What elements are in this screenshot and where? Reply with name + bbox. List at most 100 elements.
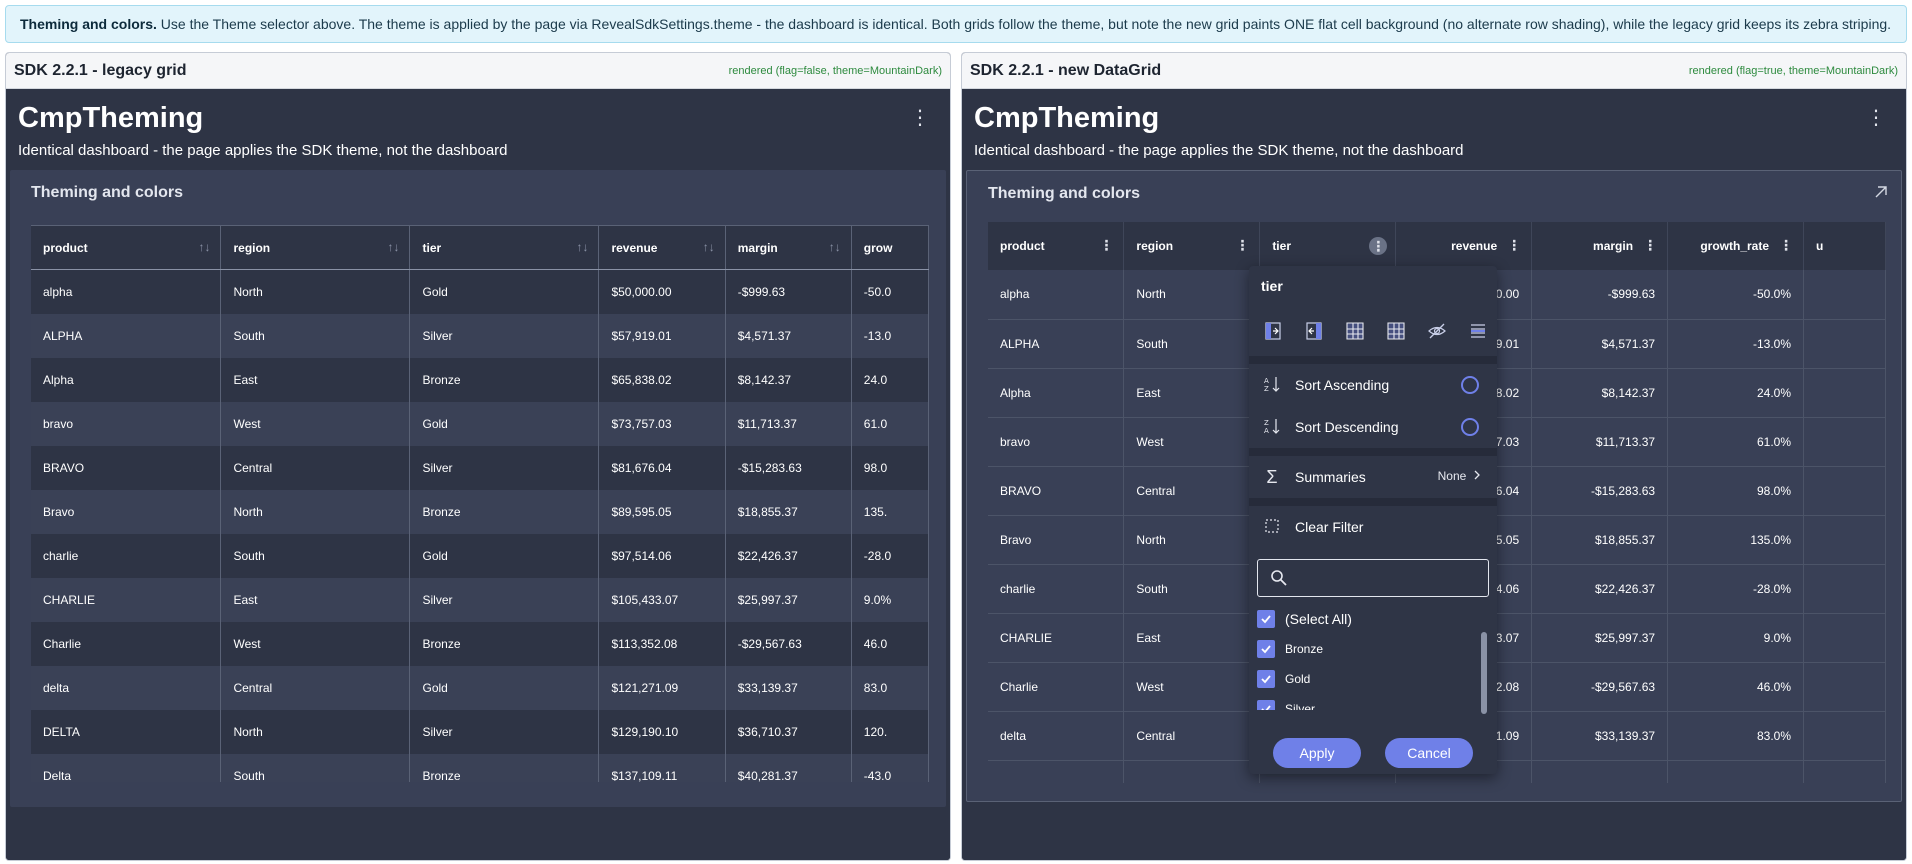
render-status: rendered (flag=true, theme=MountainDark): [1688, 64, 1898, 77]
column-header[interactable]: u: [1803, 222, 1886, 270]
column-header[interactable]: revenue ⋮: [1395, 222, 1533, 270]
column-header[interactable]: growth_rate ⋮: [1667, 222, 1805, 270]
table-cell: -28.0: [851, 533, 929, 578]
table-row[interactable]: Charlie West Bronze $113,352.08 -$29,567.63 4…: [31, 621, 929, 666]
column-header[interactable]: region ⋮: [1123, 222, 1261, 270]
sort-arrows-icon[interactable]: ↑↓: [198, 240, 210, 254]
table-cell: [1803, 564, 1886, 614]
table-cell: Gold: [409, 533, 600, 578]
table-cell: BRAVO: [988, 466, 1125, 516]
grid-rows-icon[interactable]: [1380, 318, 1412, 344]
filter-option-gold[interactable]: Gold: [1257, 664, 1497, 694]
summaries-item[interactable]: Σ Summaries None: [1249, 456, 1497, 498]
table-cell: alpha: [31, 269, 222, 314]
table-cell: 135.0%: [1667, 515, 1805, 565]
apply-button[interactable]: Apply: [1273, 738, 1361, 768]
column-menu-icon[interactable]: ⋮: [1369, 237, 1388, 255]
wrap-text-icon[interactable]: [1462, 318, 1494, 344]
more-vert-icon[interactable]: ⋮: [910, 108, 930, 128]
sort-arrows-icon[interactable]: ↑↓: [829, 240, 841, 254]
column-header[interactable]: product ⋮: [988, 222, 1125, 270]
clear-filter-item[interactable]: Clear Filter: [1249, 506, 1497, 548]
table-row[interactable]: Delta South Bronze $137,109.11 $40,281.37 -43…: [31, 753, 929, 782]
table-cell: bravo: [31, 401, 222, 446]
table-row[interactable]: DELTA North Silver $129,190.10 $36,710.37 120…: [31, 709, 929, 754]
sort-ascending-icon: AZ: [1261, 375, 1283, 396]
filter-option-bronze[interactable]: Bronze: [1257, 634, 1497, 664]
table-cell: [1803, 368, 1886, 418]
table-cell: Central: [220, 665, 411, 710]
cancel-button[interactable]: Cancel: [1385, 738, 1473, 768]
legacy-grid-panel: SDK 2.2.1 - legacy grid rendered (flag=f…: [5, 52, 951, 861]
sort-arrows-icon[interactable]: ↑↓: [576, 240, 588, 254]
table-row[interactable]: charlie South Gold $97,514.06 $22,426.37 -28.…: [31, 533, 929, 578]
more-vert-icon[interactable]: ⋮: [1866, 108, 1886, 128]
table-cell: West: [1123, 662, 1261, 712]
column-menu-icon[interactable]: ⋮: [1235, 238, 1249, 252]
separator: [1249, 498, 1497, 506]
sort-descending-item[interactable]: ZA Sort Descending: [1249, 406, 1497, 448]
table-row[interactable]: bravo West Gold $73,757.03 $11,713.37 61.0: [31, 401, 929, 446]
table-cell: -$15,283.63: [725, 445, 852, 490]
select-all-checkbox[interactable]: (Select All): [1257, 604, 1497, 634]
table-cell: Silver: [409, 577, 600, 622]
filter-search-input[interactable]: [1257, 559, 1489, 597]
pin-left-icon[interactable]: [1257, 318, 1289, 344]
table-cell: [1803, 760, 1886, 783]
column-header[interactable]: tier ↑↓: [409, 225, 600, 270]
table-cell: South: [1123, 319, 1261, 369]
table-cell: Charlie: [988, 662, 1125, 712]
separator: [1249, 356, 1497, 364]
table-cell: North: [1123, 515, 1261, 565]
table-cell: Silver: [409, 709, 600, 754]
column-header[interactable]: revenue ↑↓: [598, 225, 726, 270]
table-row[interactable]: Alpha East Bronze $65,838.02 $8,142.37 24.0: [31, 357, 929, 402]
table-cell: [1803, 319, 1886, 369]
sort-descending-radio[interactable]: [1461, 418, 1479, 436]
filter-list-scrollbar[interactable]: [1481, 632, 1487, 714]
hide-column-icon[interactable]: [1421, 318, 1453, 344]
table-cell: Bravo: [31, 489, 222, 534]
column-menu-icon[interactable]: ⋮: [1507, 238, 1521, 252]
banner-bold: Theming and colors.: [20, 16, 157, 32]
column-actions-toolbar: [1257, 318, 1494, 344]
table-row[interactable]: ALPHA South Silver $57,919.01 $4,571.37 -13.0: [31, 313, 929, 358]
table-cell: Bronze: [409, 621, 600, 666]
filter-option-silver[interactable]: Silver: [1257, 694, 1497, 710]
grid-columns-icon[interactable]: [1339, 318, 1371, 344]
column-menu-icon[interactable]: ⋮: [1643, 238, 1657, 252]
column-menu-icon[interactable]: ⋮: [1779, 238, 1793, 252]
table-cell: $73,757.03: [598, 401, 726, 446]
column-header-label: region: [233, 240, 271, 255]
table-row[interactable]: alpha North Gold $50,000.00 -$999.63 -50.0: [31, 269, 929, 314]
column-header[interactable]: region ↑↓: [220, 225, 411, 270]
column-header[interactable]: grow: [851, 225, 929, 270]
table-row[interactable]: BRAVO Central Silver $81,676.04 -$15,283.63 9…: [31, 445, 929, 490]
expand-icon[interactable]: [1875, 185, 1887, 203]
table-cell: $8,142.37: [725, 357, 852, 402]
sort-ascending-radio[interactable]: [1461, 376, 1479, 394]
clear-filter-icon: [1261, 518, 1283, 537]
table-cell: CHARLIE: [31, 577, 222, 622]
table-cell: $40,281.37: [725, 753, 852, 782]
column-header[interactable]: product ↑↓: [31, 225, 222, 270]
table-cell: North: [220, 709, 411, 754]
column-header[interactable]: tier ⋮: [1259, 222, 1397, 270]
table-cell: DELTA: [31, 709, 222, 754]
column-header[interactable]: margin ↑↓: [725, 225, 852, 270]
table-cell: [1667, 760, 1805, 783]
sort-ascending-item[interactable]: AZ Sort Ascending: [1249, 364, 1497, 406]
column-menu-icon[interactable]: ⋮: [1099, 238, 1113, 252]
column-header-label: tier: [422, 240, 442, 255]
column-header[interactable]: margin ⋮: [1531, 222, 1669, 270]
panel-title: SDK 2.2.1 - legacy grid: [14, 61, 187, 79]
column-header-label: u: [1816, 239, 1824, 253]
table-cell: $33,139.37: [725, 665, 852, 710]
table-row[interactable]: delta Central Gold $121,271.09 $33,139.37 83.…: [31, 665, 929, 710]
table-row[interactable]: Bravo North Bronze $89,595.05 $18,855.37 135.: [31, 489, 929, 534]
table-row[interactable]: CHARLIE East Silver $105,433.07 $25,997.37 9.…: [31, 577, 929, 622]
pin-right-icon[interactable]: [1298, 318, 1330, 344]
sort-arrows-icon[interactable]: ↑↓: [703, 240, 715, 254]
table-cell: $22,426.37: [725, 533, 852, 578]
sort-arrows-icon[interactable]: ↑↓: [387, 240, 399, 254]
